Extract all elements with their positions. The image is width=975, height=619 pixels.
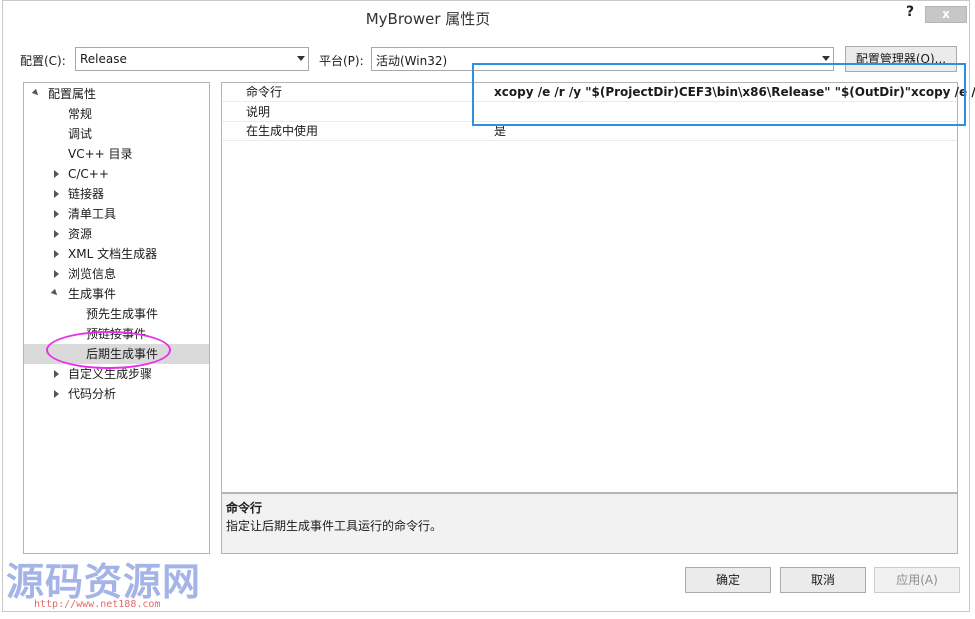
property-tree[interactable]: 配置属性 常规调试 VC++ 目录 C/C++ 链接器清单工具资源 XML 文档生成器浏… xyxy=(23,82,210,554)
tree-item[interactable]: 资源 xyxy=(24,224,209,244)
property-name: 在生成中使用 xyxy=(246,124,319,138)
collapsed-icon xyxy=(54,230,59,238)
collapsed-icon xyxy=(54,210,59,218)
tree-root-label: 配置属性 xyxy=(48,87,97,101)
tree-item[interactable]: 生成事件 xyxy=(24,284,209,304)
tree-item-label: 资源 xyxy=(68,227,93,241)
tree-item-label: 生成事件 xyxy=(68,287,117,301)
platform-label: 平台(P): xyxy=(319,54,364,68)
tree-item-label: C/C++ xyxy=(68,167,109,181)
tree-item-label: VC++ 目录 xyxy=(68,147,133,161)
tree-item-label: 预先生成事件 xyxy=(86,307,159,321)
tree-item[interactable]: 调试 xyxy=(24,124,209,144)
tree-item[interactable]: 清单工具 xyxy=(24,204,209,224)
description-title: 命令行 xyxy=(226,501,263,515)
tree-item[interactable]: 常规 xyxy=(24,104,209,124)
expanded-icon xyxy=(31,88,41,98)
expanded-icon xyxy=(50,288,60,298)
tree-item-label: 调试 xyxy=(68,127,93,141)
tree-item[interactable]: VC++ 目录 xyxy=(24,144,209,164)
cancel-button[interactable]: 取消 xyxy=(780,567,866,593)
tree-item-label: 代码分析 xyxy=(68,387,117,401)
property-grid[interactable]: 命令行 xcopy /e /r /y "$(ProjectDir)CEF3\bi… xyxy=(221,82,975,493)
config-label: 配置(C): xyxy=(20,54,66,68)
property-name: 命令行 xyxy=(246,85,283,99)
tree-item-prebuild[interactable]: 预先生成事件 xyxy=(24,304,209,324)
property-name: 说明 xyxy=(246,105,271,119)
collapsed-icon xyxy=(54,390,59,398)
collapsed-icon xyxy=(54,190,59,198)
ok-button[interactable]: 确定 xyxy=(685,567,771,593)
apply-button[interactable]: 应用(A) xyxy=(874,567,960,593)
tree-item-label: XML 文档生成器 xyxy=(68,247,158,261)
tree-root[interactable]: 配置属性 xyxy=(24,84,209,104)
highlight-rectangle xyxy=(472,63,966,126)
collapsed-icon xyxy=(54,250,59,258)
window-title: MyBrower 属性页 xyxy=(365,10,491,28)
highlight-ellipse xyxy=(46,331,171,369)
tree-item[interactable]: XML 文档生成器 xyxy=(24,244,209,264)
tree-item-label: 常规 xyxy=(68,107,93,121)
config-value: Release xyxy=(80,52,127,66)
config-combo[interactable]: Release xyxy=(75,47,309,71)
collapsed-icon xyxy=(54,370,59,378)
description-panel: 命令行 指定让后期生成事件工具运行的命令行。 xyxy=(221,493,958,554)
tree-item-code-analysis[interactable]: 代码分析 xyxy=(24,384,209,404)
watermark-url: http://www.net188.com xyxy=(34,599,161,610)
collapsed-icon xyxy=(54,170,59,178)
tree-item[interactable]: C/C++ xyxy=(24,164,209,184)
tree-item-label: 清单工具 xyxy=(68,207,117,221)
tree-item-label: 浏览信息 xyxy=(68,267,117,281)
watermark-text: 源码资源网 xyxy=(6,560,202,604)
chevron-down-icon xyxy=(297,56,305,61)
platform-value: 活动(Win32) xyxy=(376,54,448,68)
close-icon: x xyxy=(942,7,950,21)
tree-item[interactable]: 链接器 xyxy=(24,184,209,204)
collapsed-icon xyxy=(54,270,59,278)
close-button[interactable]: x xyxy=(925,6,967,23)
description-text: 指定让后期生成事件工具运行的命令行。 xyxy=(226,519,443,533)
tree-item-label: 链接器 xyxy=(68,187,105,201)
chevron-down-icon xyxy=(822,56,830,61)
help-button[interactable]: ? xyxy=(906,4,914,20)
tree-item[interactable]: 浏览信息 xyxy=(24,264,209,284)
title-bar[interactable]: MyBrower 属性页 ? x xyxy=(3,1,969,35)
